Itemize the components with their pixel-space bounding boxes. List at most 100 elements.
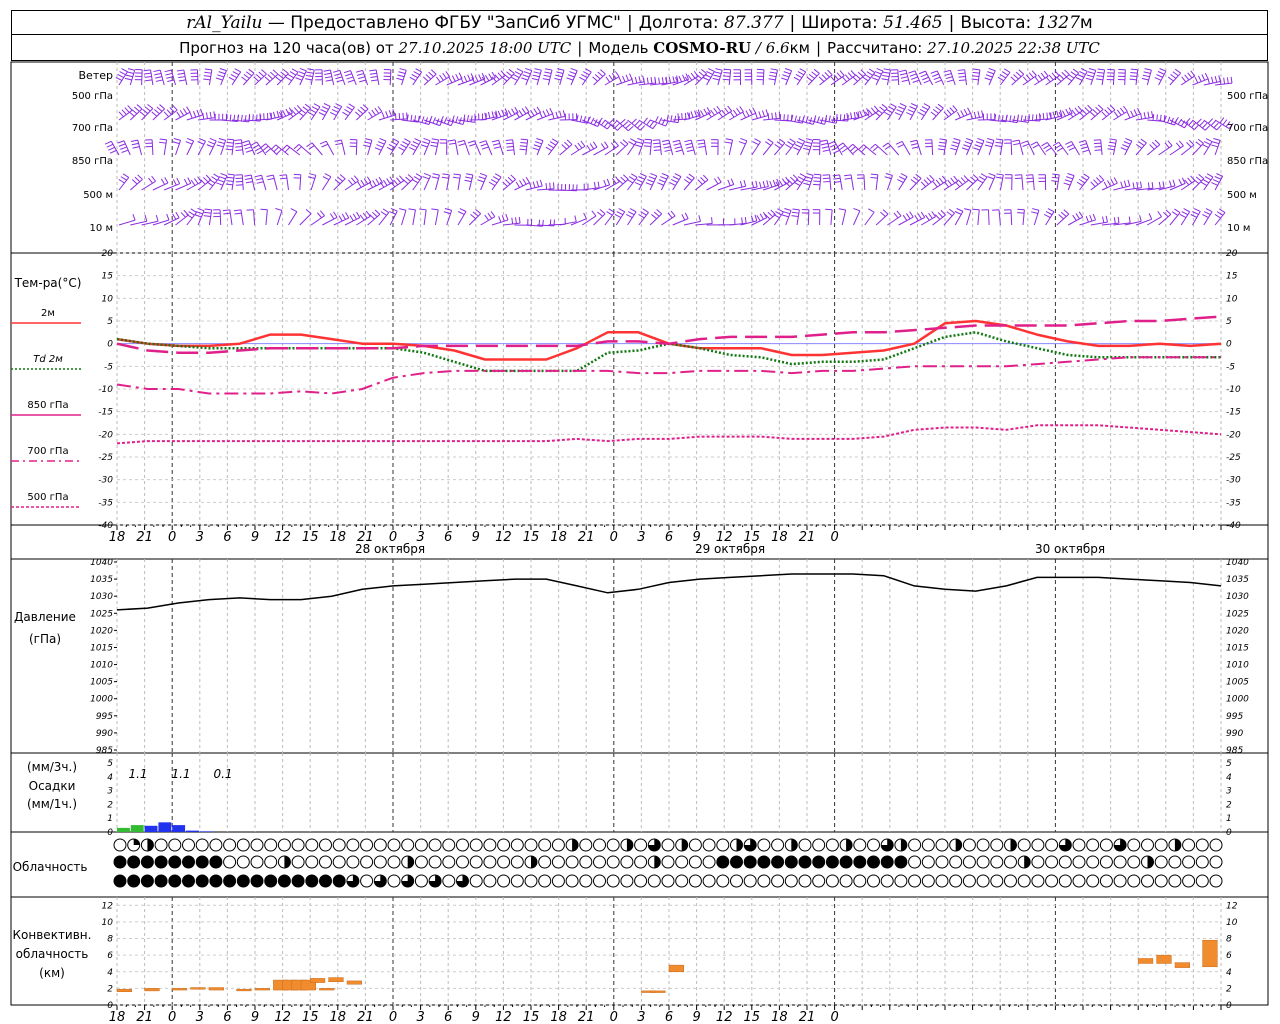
hour-label: 9: [472, 1010, 480, 1024]
cloud-symbol: [319, 855, 332, 869]
wind-barb: [525, 106, 541, 121]
cloud-symbol: [757, 855, 771, 869]
wind-barb: [627, 138, 637, 156]
wind-barb: [457, 208, 467, 226]
legend-700-label: 700 гПа: [27, 446, 68, 457]
wind-barb: [354, 104, 369, 121]
temp-y-tick-right: -25: [1226, 453, 1241, 463]
hour-label: 6: [444, 530, 452, 545]
wind-level-500m-right: 500 м: [1227, 190, 1257, 201]
wind-barb: [398, 138, 411, 156]
wind-barb: [1202, 208, 1213, 226]
wind-barb: [521, 67, 533, 86]
wind-barb: [1004, 174, 1013, 191]
conv-bar: [236, 988, 252, 992]
conv-bar: [144, 988, 160, 992]
temp-y-tick-right: 20: [1226, 249, 1238, 259]
wind-barb: [1004, 139, 1013, 156]
cloud-symbol: [442, 855, 456, 869]
hour-label: 18: [771, 530, 788, 545]
wind-barb: [488, 173, 502, 191]
wind-barb: [1120, 138, 1133, 156]
cloud-symbol: [853, 855, 867, 869]
cloud-symbol: [113, 874, 127, 888]
pres-y-tick-right: 1030: [1226, 592, 1249, 602]
wind-barb: [918, 70, 934, 86]
wind-barb: [604, 208, 615, 226]
wind-barb: [875, 209, 889, 226]
wind-barb: [837, 142, 854, 156]
cloud-symbol: [469, 874, 483, 888]
wind-barb: [1012, 139, 1024, 156]
cloud-symbol: [223, 838, 237, 852]
conv-bar: [668, 964, 684, 973]
wind-barb: [1067, 211, 1084, 226]
wind-barb: [908, 70, 922, 86]
cloud-symbol: [1099, 838, 1113, 852]
conv-bar: [650, 990, 666, 993]
wind-barb: [791, 208, 800, 226]
wind-barb: [172, 138, 182, 156]
cloud-symbol: [730, 874, 743, 888]
cloud-symbol: [743, 874, 757, 888]
wind-barb: [1038, 174, 1047, 191]
cloud-symbol: [524, 874, 538, 888]
cloud-symbol: [1182, 855, 1196, 869]
hour-label: 6: [444, 1010, 452, 1024]
pres-y-tick-right: 1040: [1226, 558, 1249, 568]
wind-barb: [972, 208, 980, 226]
cloud-symbol: [880, 855, 894, 869]
wind-barb: [293, 173, 302, 191]
cloud-symbol: [647, 838, 661, 852]
wind-barb: [1063, 172, 1075, 191]
cloud-symbol: [182, 874, 195, 888]
cloud-symbol: [647, 874, 661, 888]
cloud-symbol: [688, 874, 702, 888]
cloud-symbol: [1017, 874, 1031, 888]
wind-barb: [234, 139, 244, 156]
wind-barb: [145, 139, 154, 156]
wind-barb: [977, 113, 996, 121]
cloud-symbol: [1072, 855, 1086, 869]
wind-barb: [683, 173, 695, 191]
cloud-symbol: [250, 855, 264, 869]
wind-barb: [197, 138, 206, 156]
wind-barb: [431, 208, 439, 226]
cloud-symbol: [168, 855, 182, 869]
wind-barb: [1211, 138, 1221, 156]
cloud-symbol: [346, 855, 360, 869]
wind-barb: [844, 174, 854, 191]
legend-td-label: Td 2м: [33, 354, 63, 365]
precip-bar: [186, 830, 199, 832]
cloud-symbol: [634, 874, 648, 888]
cloud-symbol: [305, 874, 319, 888]
wind-barb: [152, 177, 169, 191]
conv-bar: [116, 988, 132, 992]
cloud-symbol: [1045, 855, 1059, 869]
wind-barb: [241, 68, 255, 86]
wind-barb: [669, 173, 682, 191]
wind-barb: [756, 68, 765, 86]
precip-label-1: 1.1: [128, 767, 147, 781]
precip-bar: [158, 822, 172, 832]
cloud-symbol: [346, 874, 360, 888]
wind-barb: [943, 208, 955, 226]
pres-y-tick: 1020: [90, 626, 113, 636]
wind-barb: [186, 176, 202, 191]
wind-barb: [695, 217, 713, 226]
cloud-symbol: [1127, 874, 1141, 888]
hour-label: 15: [523, 530, 540, 545]
cloud-symbol: [990, 874, 1004, 888]
pressure-unit: (гПа): [29, 632, 61, 646]
cloud-symbol: [387, 855, 401, 869]
cloud-symbol: [757, 838, 771, 852]
wind-barb: [203, 208, 213, 226]
wind-barb: [559, 139, 573, 156]
cloud-symbol: [277, 874, 291, 888]
wind-barb: [545, 138, 559, 156]
wind-barb: [566, 67, 578, 86]
wind-barb: [288, 208, 298, 226]
cloud-symbol: [387, 838, 401, 852]
wind-barb: [448, 139, 459, 156]
wind-barb: [744, 69, 753, 86]
